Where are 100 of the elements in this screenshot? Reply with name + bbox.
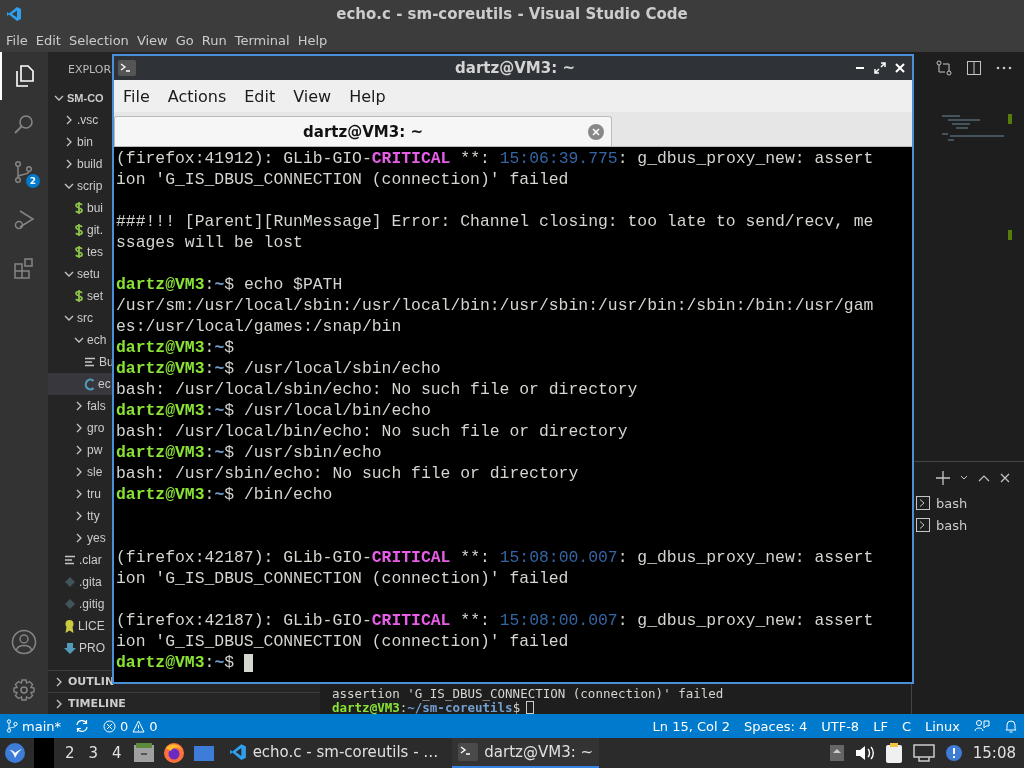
bell-icon[interactable] — [1004, 718, 1018, 734]
tree-item[interactable]: bui — [48, 197, 112, 219]
tree-item[interactable]: .gita — [48, 571, 112, 593]
more-icon[interactable] — [996, 66, 1012, 70]
tree-item[interactable]: pw — [48, 439, 112, 461]
terminal-line: dartz@VM3:~$ /usr/sbin/echo — [116, 442, 382, 463]
section-header[interactable]: TIMELINE — [48, 693, 128, 714]
menu-item[interactable]: Go — [171, 32, 198, 48]
tree-item[interactable]: .gitig — [48, 593, 112, 615]
tree-item[interactable]: SM-CO — [48, 87, 112, 109]
dropdown-icon[interactable] — [960, 475, 968, 481]
terminal-line: ###!!! [Parent][RunMessage] Error: Channel closing: too late to send/recv, me — [116, 211, 874, 232]
tree-item[interactable]: set — [48, 285, 112, 307]
file-name: .gita — [79, 575, 102, 589]
extensions-icon[interactable] — [12, 256, 36, 280]
terminal-icon — [118, 60, 136, 76]
dollar-icon — [74, 201, 84, 215]
menu-item[interactable]: Edit — [235, 86, 285, 106]
feedback-icon[interactable] — [974, 719, 990, 733]
close-icon[interactable] — [1000, 473, 1010, 483]
tree-item[interactable]: tty — [48, 505, 112, 527]
workspace-button[interactable]: 2 — [62, 744, 78, 762]
dollar-icon — [74, 245, 84, 259]
split-editor-icon[interactable] — [966, 60, 982, 76]
files-icon[interactable] — [13, 64, 37, 88]
run-debug-icon[interactable] — [12, 208, 36, 232]
problems-button[interactable]: 0 0 — [103, 718, 158, 734]
menu-item[interactable]: Actions — [158, 86, 236, 106]
tree-item[interactable]: src — [48, 307, 112, 329]
folder-name: sle — [87, 465, 103, 479]
menu-item[interactable]: Help — [293, 32, 332, 48]
compare-changes-icon[interactable] — [936, 60, 952, 76]
drawer-icon[interactable] — [132, 743, 155, 763]
status-item[interactable]: Ln 15, Col 2 — [652, 718, 731, 734]
tree-item[interactable]: ech — [48, 329, 112, 351]
tree-item[interactable]: gro — [48, 417, 112, 439]
menu-item[interactable]: View — [284, 86, 341, 106]
task-button[interactable]: echo.c - sm-coreutils - … — [222, 738, 445, 768]
tree-item[interactable]: yes — [48, 527, 112, 549]
window-icon[interactable] — [192, 744, 215, 762]
git-icon — [64, 598, 76, 610]
menu-item[interactable]: Help — [340, 86, 395, 106]
tree-item[interactable]: sle — [48, 461, 112, 483]
tree-item[interactable]: scrip — [48, 175, 112, 197]
terminal-icon — [458, 743, 479, 761]
status-item[interactable]: Linux — [924, 718, 960, 734]
tree-item[interactable]: tes — [48, 241, 112, 263]
file-name: PRO — [79, 641, 105, 655]
tree-item[interactable]: setu — [48, 263, 112, 285]
terminal-line: dartz@VM3:~$ — [116, 652, 235, 673]
tree-item[interactable]: .vsc — [48, 109, 112, 131]
eject-icon[interactable] — [828, 744, 845, 762]
plus-icon[interactable] — [936, 471, 950, 485]
clock[interactable]: 15:08 — [972, 744, 1024, 762]
info-icon[interactable] — [944, 744, 963, 762]
tree-item[interactable]: LICE — [48, 615, 112, 637]
status-item[interactable]: C — [901, 718, 911, 734]
terminal-list-item[interactable]: bash — [912, 492, 1024, 514]
menu-item[interactable]: Edit — [31, 32, 65, 48]
clipboard-icon[interactable] — [884, 742, 903, 764]
maximize-icon[interactable] — [978, 474, 990, 482]
terminal-line: dartz@VM3:~$ /usr/local/sbin/echo — [116, 358, 441, 379]
tree-item[interactable]: fals — [48, 395, 112, 417]
tree-item[interactable]: PRO — [48, 637, 112, 659]
task-button[interactable]: dartz@VM3: ~ — [452, 738, 600, 768]
terminal-icon — [916, 518, 930, 532]
status-item[interactable]: Spaces: 4 — [744, 718, 808, 734]
volume-icon[interactable] — [854, 744, 875, 762]
sync-icon[interactable] — [75, 719, 89, 733]
terminal-line: ion 'G_IS_DBUS_CONNECTION (connection)' failed — [116, 169, 569, 190]
terminal-line: (firefox:42187): GLib-GIO-CRITICAL **: 15:08:00.007: g_dbus_proxy_new: assert — [116, 610, 874, 631]
menu-item[interactable]: View — [132, 32, 172, 48]
branch-button[interactable]: main* — [6, 718, 61, 734]
search-icon[interactable] — [12, 112, 36, 136]
tree-item[interactable]: ec — [48, 373, 112, 395]
account-icon[interactable] — [11, 629, 37, 655]
menu-item[interactable]: File — [114, 86, 159, 106]
folder-name: bin — [77, 135, 93, 149]
section-header[interactable]: OUTLIN — [48, 671, 117, 692]
terminal-tab[interactable]: dartz@VM3: ~ — [114, 116, 612, 146]
workspace-button[interactable]: 4 — [109, 744, 125, 762]
browser-icon[interactable] — [162, 742, 185, 764]
network-icon[interactable] — [912, 744, 935, 762]
tree-item[interactable]: git. — [48, 219, 112, 241]
menu-item[interactable]: Terminal — [230, 32, 294, 48]
tree-item[interactable]: tru — [48, 483, 112, 505]
terminal-list-item[interactable]: bash — [912, 514, 1024, 536]
tree-item[interactable]: bin — [48, 131, 112, 153]
status-item[interactable]: UTF-8 — [821, 718, 860, 734]
menu-item[interactable]: Selection — [64, 32, 133, 48]
status-item[interactable]: LF — [873, 718, 888, 734]
menu-item[interactable]: File — [2, 32, 32, 48]
warning-icon — [132, 719, 146, 733]
workspace-button[interactable]: 3 — [85, 744, 102, 762]
tree-item[interactable]: build — [48, 153, 112, 175]
tree-item[interactable]: .clar — [48, 549, 112, 571]
start-menu-icon[interactable] — [4, 742, 26, 764]
folder-name: fals — [87, 399, 106, 413]
menu-item[interactable]: Run — [197, 32, 231, 48]
settings-icon[interactable] — [12, 678, 36, 702]
